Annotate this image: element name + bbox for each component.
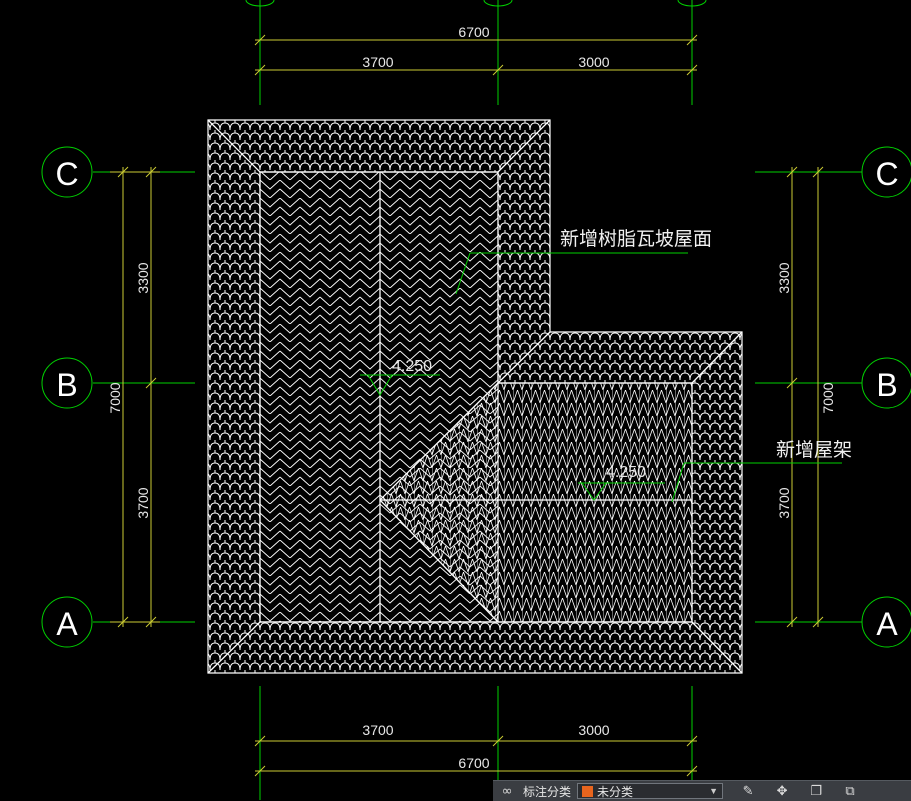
edit-icon[interactable]: ✎ (731, 781, 765, 801)
svg-text:3700: 3700 (362, 54, 393, 70)
chevron-down-icon: ▼ (709, 786, 719, 796)
svg-text:B: B (56, 367, 77, 403)
layers-icon[interactable]: ⧉ (833, 781, 867, 801)
elevation-label-2: 4.250 (606, 464, 646, 481)
svg-text:A: A (876, 606, 898, 642)
svg-text:7000: 7000 (820, 382, 836, 413)
svg-text:C: C (55, 156, 78, 192)
svg-text:C: C (875, 156, 898, 192)
axis-bubble-right-b: B (861, 357, 911, 409)
svg-text:3700: 3700 (135, 487, 151, 518)
svg-text:A: A (56, 606, 78, 642)
category-dropdown[interactable]: 未分类 ▼ (577, 783, 724, 799)
move-icon[interactable]: ✥ (765, 781, 799, 801)
svg-text:3000: 3000 (578, 54, 609, 70)
svg-text:6700: 6700 (458, 755, 489, 771)
svg-text:3000: 3000 (578, 722, 609, 738)
svg-text:3700: 3700 (776, 487, 792, 518)
annotation-roof-truss: 新增屋架 (776, 439, 852, 461)
copy-icon[interactable]: ❐ (799, 781, 833, 801)
svg-text:B: B (876, 367, 897, 403)
svg-text:3300: 3300 (135, 262, 151, 293)
axis-bubble-left-a: A (41, 596, 93, 648)
axis-bubble-right-a: A (861, 596, 911, 648)
infinity-icon[interactable]: ∞ (493, 781, 521, 801)
annotation-toolbar: ∞ 标注分类 未分类 ▼ ✎ ✥ ❐ ⧉ (493, 780, 911, 801)
svg-text:7000: 7000 (107, 382, 123, 413)
axis-bubble-right-c: C (861, 146, 911, 198)
category-color-swatch (582, 785, 594, 797)
roof-outline (207, 119, 743, 674)
svg-text:3700: 3700 (362, 722, 393, 738)
svg-text:3300: 3300 (776, 262, 792, 293)
svg-text:6700: 6700 (458, 24, 489, 40)
axis-bubble-left-c: C (41, 146, 93, 198)
roof-plan-drawing: C B A C B A 6700 3700 3000 3700 3000 670… (41, 0, 911, 800)
annotation-roof-surface: 新增树脂瓦坡屋面 (560, 228, 712, 250)
elevation-label-1: 4.250 (392, 358, 432, 375)
axis-bubble-left-b: B (41, 357, 93, 409)
category-dropdown-value: 未分类 (597, 784, 634, 799)
annotation-category-label: 标注分类 (523, 784, 572, 799)
